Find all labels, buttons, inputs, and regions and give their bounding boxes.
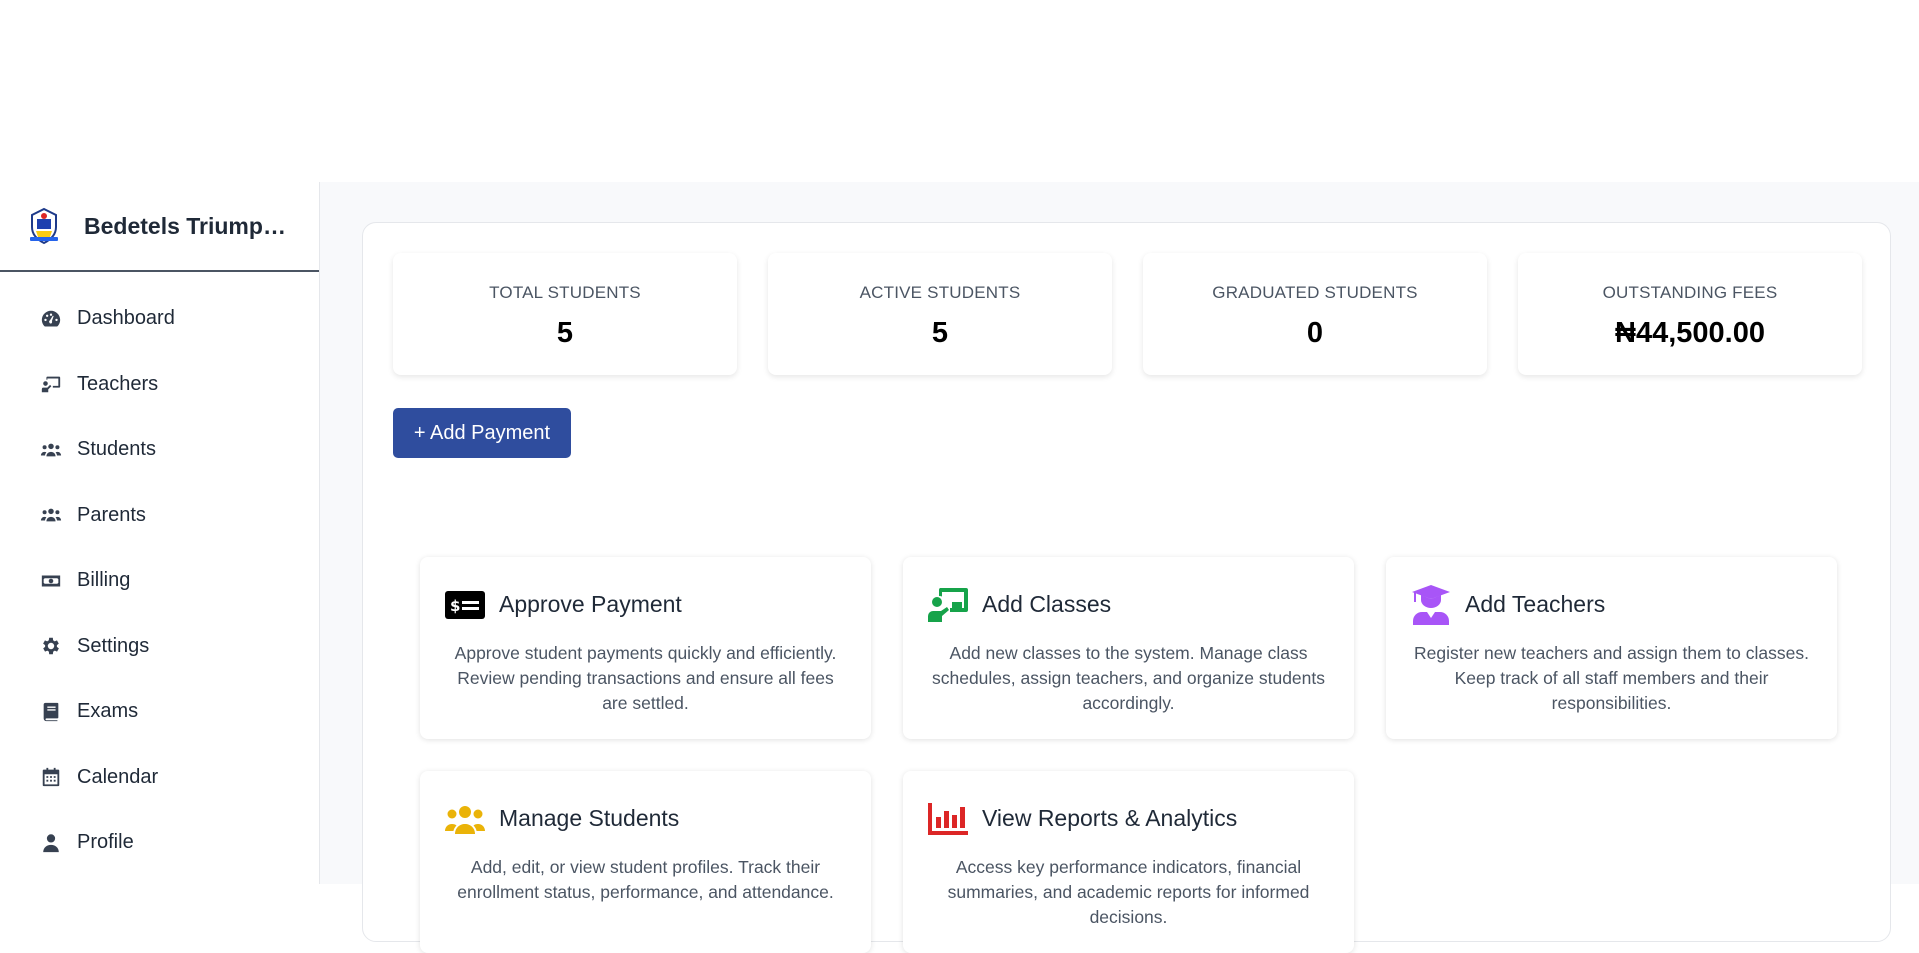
svg-text:$: $ [450,597,460,615]
sidebar-item-label: Parents [77,503,146,526]
sidebar-item-label: Students [77,438,156,461]
stat-card-outstanding-fees: OUTSTANDING FEES ₦44,500.00 [1518,253,1862,375]
card-description: Add, edit, or view student profiles. Tra… [457,857,834,902]
sidebar-item-parents[interactable]: Parents [0,483,319,549]
stat-value: 0 [1306,317,1324,349]
card-header: View Reports & Analytics [903,771,1354,841]
card-title: Add Classes [982,591,1112,617]
sidebar: Bedetels Triumph... Dashboard Teachers S… [0,182,320,884]
stat-value: ₦44,500.00 [1615,317,1765,349]
sidebar-item-calendar[interactable]: Calendar [0,745,319,811]
sidebar-nav: Dashboard Teachers Students Parents Bill… [0,272,319,876]
card-header: $ Approve Payment [420,557,871,627]
sidebar-item-label: Settings [77,634,150,657]
card-header: Add Classes [903,557,1354,627]
stat-card-graduated-students: GRADUATED STUDENTS 0 [1143,253,1487,375]
money-check-icon: $ [445,585,485,625]
school-name: Bedetels Triumph... [84,212,294,239]
sidebar-item-settings[interactable]: Settings [0,614,319,680]
sidebar-item-exams[interactable]: Exams [0,679,319,745]
sidebar-item-dashboard[interactable]: Dashboard [0,286,319,352]
sidebar-item-label: Profile [77,831,134,854]
stat-card-active-students: ACTIVE STUDENTS 5 [768,253,1112,375]
main-content: TOTAL STUDENTS 5 ACTIVE STUDENTS 5 GRADU… [320,182,1919,953]
card-title: Add Teachers [1465,591,1606,617]
chart-bar-icon [928,799,968,839]
users-icon [39,503,63,527]
gauge-icon [39,307,63,331]
stat-value: 5 [931,317,949,349]
stat-label: OUTSTANDING FEES [1602,283,1778,302]
card-title: Approve Payment [499,591,682,617]
gear-icon [39,634,63,658]
money-bill-icon [39,569,63,593]
card-description: Approve student payments quickly and eff… [454,643,837,713]
card-approve-payment[interactable]: $ Approve Payment Approve student paymen… [420,557,871,739]
sidebar-item-teachers[interactable]: Teachers [0,352,319,418]
calendar-icon [39,765,63,789]
school-crest-icon [30,207,58,245]
sidebar-item-label: Teachers [77,372,159,395]
card-add-classes[interactable]: Add Classes Add new classes to the syste… [903,557,1354,739]
card-title: View Reports & Analytics [982,805,1238,831]
card-description: Access key performance indicators, finan… [947,857,1310,927]
dashboard-panel: TOTAL STUDENTS 5 ACTIVE STUDENTS 5 GRADU… [362,222,1891,953]
card-description: Register new teachers and assign them to… [1414,643,1809,713]
user-icon [39,831,63,855]
stat-label: ACTIVE STUDENTS [859,283,1021,302]
chalkboard-user-icon [928,585,968,625]
sidebar-item-students[interactable]: Students [0,417,319,483]
chalkboard-teacher-icon [39,372,63,396]
sidebar-item-label: Exams [77,700,139,723]
card-add-teachers[interactable]: Add Teachers Register new teachers and a… [1386,557,1837,739]
add-payment-button[interactable]: + Add Payment [393,408,571,458]
users-icon [445,799,485,839]
card-view-reports[interactable]: View Reports & Analytics Access key perf… [903,771,1354,953]
card-description: Add new classes to the system. Manage cl… [931,643,1326,713]
stat-value: 5 [556,317,574,349]
sidebar-item-label: Calendar [77,765,159,788]
sidebar-item-label: Dashboard [77,307,175,330]
card-header: Manage Students [420,771,871,841]
card-header: Add Teachers [1386,557,1837,627]
sidebar-brand[interactable]: Bedetels Triumph... [0,182,319,272]
card-title: Manage Students [499,805,680,831]
graduate-icon [1411,584,1451,625]
top-header [0,0,1919,182]
users-icon [39,438,63,462]
sidebar-item-label: Billing [77,569,131,592]
book-icon [39,700,63,724]
stat-label: TOTAL STUDENTS [489,283,641,302]
stat-card-total-students: TOTAL STUDENTS 5 [393,253,737,375]
sidebar-item-billing[interactable]: Billing [0,548,319,614]
sidebar-item-profile[interactable]: Profile [0,810,319,876]
card-manage-students[interactable]: Manage Students Add, edit, or view stude… [420,771,871,953]
stat-label: GRADUATED STUDENTS [1212,283,1418,302]
